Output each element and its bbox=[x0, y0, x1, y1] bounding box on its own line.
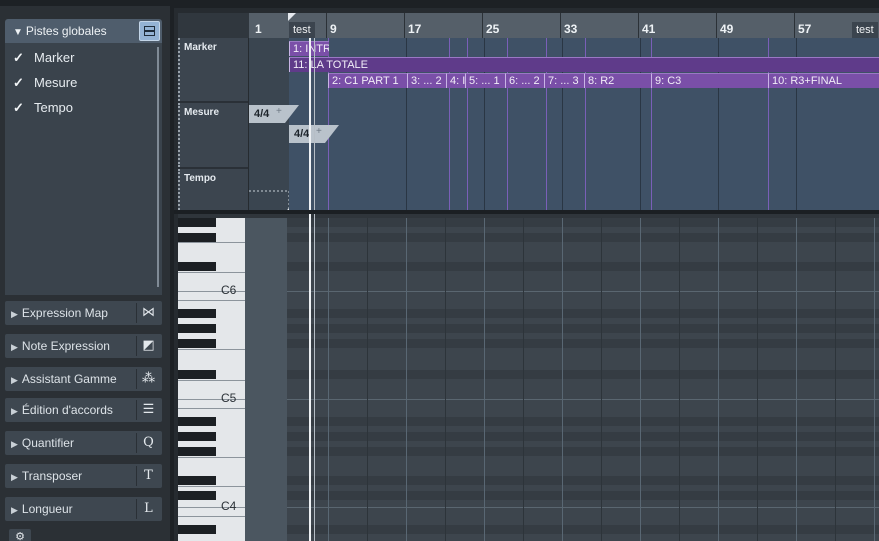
section-expression-map[interactable]: ▶ Expression Map ⋈ bbox=[5, 301, 162, 325]
tempo-track-header[interactable]: Tempo bbox=[178, 169, 248, 212]
check-icon: ✓ bbox=[13, 75, 24, 90]
collapsed-triangle-icon: ▶ bbox=[11, 309, 18, 319]
marker-3[interactable]: 3: ... 2 bbox=[407, 73, 446, 88]
quantize-icon[interactable]: Q bbox=[136, 433, 160, 453]
marker-c1-part1[interactable]: 2: C1 PART 1 bbox=[328, 73, 407, 88]
locator-flag-icon[interactable] bbox=[288, 13, 296, 21]
cycle-marker-right[interactable]: test bbox=[852, 22, 878, 38]
global-tracks-header[interactable]: ▼ Pistes globales bbox=[5, 19, 162, 43]
gear-icon[interactable]: ⚙ bbox=[9, 529, 31, 541]
plus-icon: + bbox=[316, 126, 322, 137]
key-label-c4: C4 bbox=[221, 499, 237, 513]
global-track-item-marker[interactable]: ✓ Marker bbox=[13, 50, 74, 68]
marker-la-totale[interactable]: 11: LA TOTALE bbox=[289, 57, 879, 72]
global-tracks-title: Pistes globales bbox=[25, 24, 107, 38]
note-grid[interactable] bbox=[287, 218, 879, 541]
check-icon: ✓ bbox=[13, 100, 24, 115]
piano-keyboard[interactable]: C6 C5 C4 bbox=[178, 218, 245, 541]
scale-assistant-icon[interactable]: ⁂ bbox=[136, 369, 160, 389]
section-transposer[interactable]: ▶ Transposer T bbox=[5, 464, 162, 488]
global-track-item-mesure[interactable]: ✓ Mesure bbox=[13, 75, 77, 93]
global-tracks-area: Marker Mesure Tempo 1: INTR 11: LA TOTAL… bbox=[178, 38, 879, 212]
collapsed-triangle-icon: ▶ bbox=[11, 375, 18, 385]
ruler-bar-9: 9 bbox=[330, 22, 337, 36]
marker-track-header[interactable]: Marker bbox=[178, 38, 248, 103]
signature-track-lane[interactable] bbox=[249, 103, 879, 169]
ruler[interactable]: 1 9 17 25 33 41 49 57 test test bbox=[174, 13, 879, 38]
expand-triangle-icon: ▼ bbox=[13, 27, 23, 38]
collapsed-triangle-icon: ▶ bbox=[11, 472, 18, 482]
marker-8-r2[interactable]: 8: R2 bbox=[584, 73, 651, 88]
ruler-bar-57: 57 bbox=[798, 22, 812, 36]
ruler-bar-17: 17 bbox=[408, 22, 422, 36]
section-assistant-gamme[interactable]: ▶ Assistant Gamme ⁂ bbox=[5, 367, 162, 391]
section-longueur[interactable]: ▶ Longueur L bbox=[5, 497, 162, 521]
global-tracks-list: ✓ Marker ✓ Mesure ✓ Tempo bbox=[5, 43, 162, 295]
ruler-bar-25: 25 bbox=[486, 22, 500, 36]
transpose-icon[interactable]: T bbox=[136, 466, 160, 486]
ruler-bar-33: 33 bbox=[564, 22, 578, 36]
collapsed-triangle-icon: ▶ bbox=[11, 505, 18, 515]
marker-4[interactable]: 4: I bbox=[446, 73, 465, 88]
marker-6[interactable]: 6: ... 2 bbox=[505, 73, 544, 88]
inspector-panel: ▼ Pistes globales ✓ Marker ✓ Mesure ✓ Tempo … bbox=[0, 6, 170, 541]
tempo-track-lane[interactable] bbox=[249, 169, 879, 212]
section-note-expression[interactable]: ▶ Note Expression ◩ bbox=[5, 334, 162, 358]
project-cursor-lower[interactable] bbox=[309, 214, 311, 541]
collapsed-triangle-icon: ▶ bbox=[11, 439, 18, 449]
key-label-c5: C5 bbox=[221, 391, 237, 405]
global-tracks-scrollbar[interactable] bbox=[157, 47, 159, 287]
signature-track-header[interactable]: Mesure bbox=[178, 103, 248, 169]
ruler-bar-49: 49 bbox=[720, 22, 734, 36]
marker-5[interactable]: 5: ... 1 bbox=[465, 73, 505, 88]
piano-roll: C6 C5 C4 bbox=[178, 214, 879, 541]
track-layout-icon[interactable] bbox=[139, 21, 160, 41]
velocity-column bbox=[245, 218, 287, 541]
ruler-bar-41: 41 bbox=[642, 22, 656, 36]
project-cursor[interactable] bbox=[309, 38, 311, 212]
check-icon: ✓ bbox=[13, 50, 24, 65]
cycle-marker-left[interactable]: test bbox=[289, 22, 315, 38]
marker-7[interactable]: 7: ... 3 bbox=[544, 73, 584, 88]
key-editor: 1 9 17 25 33 41 49 57 test test Marker M… bbox=[174, 8, 879, 541]
global-track-item-tempo[interactable]: ✓ Tempo bbox=[13, 100, 73, 118]
chord-edit-icon[interactable]: ☰ bbox=[136, 400, 160, 420]
section-quantifier[interactable]: ▶ Quantifier Q bbox=[5, 431, 162, 455]
bowtie-icon[interactable]: ⋈ bbox=[136, 303, 160, 323]
marker-10-r3-final[interactable]: 10: R3+FINAL bbox=[768, 73, 879, 88]
length-icon[interactable]: L bbox=[136, 499, 160, 519]
plus-icon: + bbox=[276, 106, 282, 117]
section-edition-accords[interactable]: ▶ Édition d'accords ☰ bbox=[5, 398, 162, 422]
collapsed-triangle-icon: ▶ bbox=[11, 342, 18, 352]
ruler-bar-1: 1 bbox=[255, 22, 262, 36]
marker-9-c3[interactable]: 9: C3 bbox=[651, 73, 768, 88]
tempo-curve[interactable] bbox=[249, 169, 289, 212]
collapsed-triangle-icon: ▶ bbox=[11, 406, 18, 416]
note-expression-icon[interactable]: ◩ bbox=[136, 336, 160, 356]
key-label-c6: C6 bbox=[221, 283, 237, 297]
